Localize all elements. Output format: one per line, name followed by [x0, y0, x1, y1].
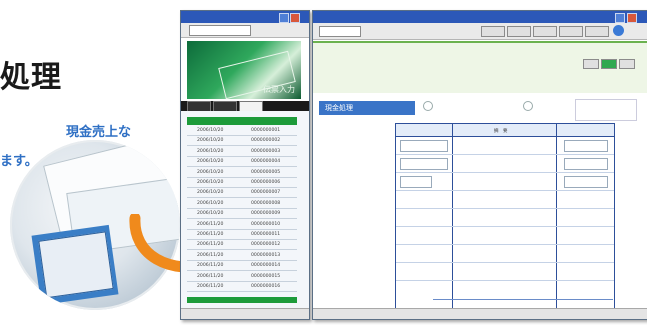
list-item-date: 2006/11/20 [197, 252, 224, 258]
close-button[interactable] [290, 13, 300, 23]
close-button[interactable] [627, 13, 637, 23]
list-item-date: 2006/10/20 [197, 148, 224, 154]
banner-title: 伝票入力 [263, 85, 295, 94]
list-item-number: 0000000003 [251, 148, 281, 154]
cash-processing-window: 現金処理 摘 要 [312, 10, 647, 320]
grid-row-line [396, 190, 614, 191]
nav-button[interactable] [583, 59, 599, 69]
nav-button-active[interactable] [601, 59, 617, 69]
list-item[interactable]: 2006/11/20 0000000010 [187, 221, 297, 230]
list-item-number: 0000000009 [251, 211, 281, 217]
footer-rule [433, 299, 613, 300]
minimize-button[interactable] [279, 13, 289, 23]
list-item-number: 0000000016 [251, 284, 281, 289]
toolbar-button[interactable] [481, 26, 505, 37]
header-band [313, 41, 647, 93]
list-item[interactable]: 2006/10/20 0000000004 [187, 158, 297, 168]
minimize-button[interactable] [615, 13, 625, 23]
list-item[interactable]: 2006/11/20 0000000012 [187, 241, 297, 251]
radio-option[interactable] [423, 101, 433, 111]
list-item-date: 2006/10/20 [197, 200, 224, 206]
list-item-number: 0000000006 [251, 180, 281, 185]
toolbar-button[interactable] [507, 26, 531, 37]
list-item-date: 2006/11/20 [197, 284, 224, 289]
help-icon[interactable] [613, 25, 624, 36]
list-item-number: 0000000010 [251, 221, 281, 227]
voucher-list-window: 伝票入力 2006/10/20 0000000001 2006/10/20 00000… [180, 10, 310, 320]
grid-row-line [396, 154, 614, 155]
grid-row-line [396, 244, 614, 245]
grid-row-line [396, 280, 614, 281]
list-item-number: 0000000013 [251, 252, 281, 258]
headline: 処理 [0, 60, 62, 95]
grid-amount[interactable] [564, 158, 608, 170]
grid-row-line [396, 172, 614, 173]
list-item-number: 0000000002 [251, 138, 281, 144]
list-item[interactable]: 2006/10/20 0000000003 [187, 148, 297, 157]
nav-button[interactable] [619, 59, 635, 69]
radio-option[interactable] [523, 101, 533, 111]
section-label: 現金処理 [319, 101, 415, 115]
grid-amount[interactable] [564, 140, 608, 152]
status-bar [181, 308, 309, 319]
status-bar [313, 308, 647, 319]
list-item-date: 2006/11/20 [197, 273, 224, 279]
list-item[interactable]: 2006/10/20 0000000006 [187, 179, 297, 188]
toolbar-button[interactable] [533, 26, 557, 37]
list-item-date: 2006/11/20 [197, 232, 224, 237]
list-item[interactable]: 2006/11/20 0000000015 [187, 273, 297, 282]
list-item-number: 0000000012 [251, 242, 281, 248]
list-item-number: 0000000007 [251, 190, 281, 196]
list-item[interactable]: 2006/10/20 0000000001 [187, 127, 297, 136]
list-item-date: 2006/11/20 [197, 263, 224, 269]
voucher-pad [31, 224, 119, 306]
window-toolbar [181, 23, 309, 38]
list-item-number: 0000000014 [251, 263, 281, 269]
grid-header-col-2: 摘 要 [494, 129, 508, 134]
list-item-number: 0000000001 [251, 128, 281, 133]
cash-grid: 摘 要 [395, 123, 615, 309]
list-item-date: 2006/10/20 [197, 128, 224, 133]
list-item[interactable]: 2006/11/20 0000000014 [187, 262, 297, 272]
grid-row-line [396, 262, 614, 263]
list-item[interactable]: 2006/11/20 0000000011 [187, 231, 297, 240]
list-item[interactable]: 2006/10/20 0000000002 [187, 137, 297, 147]
toolbar-button[interactable] [585, 26, 609, 37]
list-item[interactable]: 2006/10/20 0000000005 [187, 169, 297, 178]
list-item-date: 2006/10/20 [197, 190, 224, 196]
list-item-date: 2006/11/20 [197, 221, 224, 227]
info-box [575, 99, 637, 121]
list-item-number: 0000000005 [251, 169, 281, 175]
list-item-number: 0000000015 [251, 273, 281, 279]
list-item[interactable]: 2006/10/20 0000000009 [187, 210, 297, 220]
list-item[interactable]: 2006/11/20 0000000013 [187, 252, 297, 261]
grid-amount[interactable] [564, 176, 608, 188]
list-item[interactable]: 2006/11/20 0000000016 [187, 283, 297, 292]
list-item[interactable]: 2006/10/20 0000000007 [187, 189, 297, 199]
toolbar-field[interactable] [189, 25, 251, 36]
list-item-date: 2006/10/20 [197, 159, 224, 165]
list-header [187, 117, 297, 125]
grid-row-line [396, 226, 614, 227]
list-item-date: 2006/11/20 [197, 242, 224, 248]
list-item-number: 0000000008 [251, 200, 281, 206]
list-item-date: 2006/10/20 [197, 180, 224, 185]
list-item-date: 2006/10/20 [197, 169, 224, 175]
list-item[interactable]: 2006/10/20 0000000008 [187, 200, 297, 209]
list-item-date: 2006/10/20 [197, 211, 224, 217]
list-item-date: 2006/10/20 [197, 138, 224, 144]
window-toolbar [313, 23, 647, 40]
list-footer-bar [187, 297, 297, 303]
voucher-entry-banner: 伝票入力 [187, 41, 301, 100]
list-item-number: 0000000011 [251, 232, 281, 237]
grid-input[interactable] [400, 158, 448, 170]
window-titlebar [313, 11, 647, 23]
toolbar-button[interactable] [559, 26, 583, 37]
list-item-number: 0000000004 [251, 159, 281, 165]
grid-input[interactable] [400, 176, 432, 188]
grid-input[interactable] [400, 140, 448, 152]
grid-header-row: 摘 要 [396, 124, 614, 137]
grid-row-line [396, 208, 614, 209]
toolbar-field[interactable] [319, 26, 361, 37]
